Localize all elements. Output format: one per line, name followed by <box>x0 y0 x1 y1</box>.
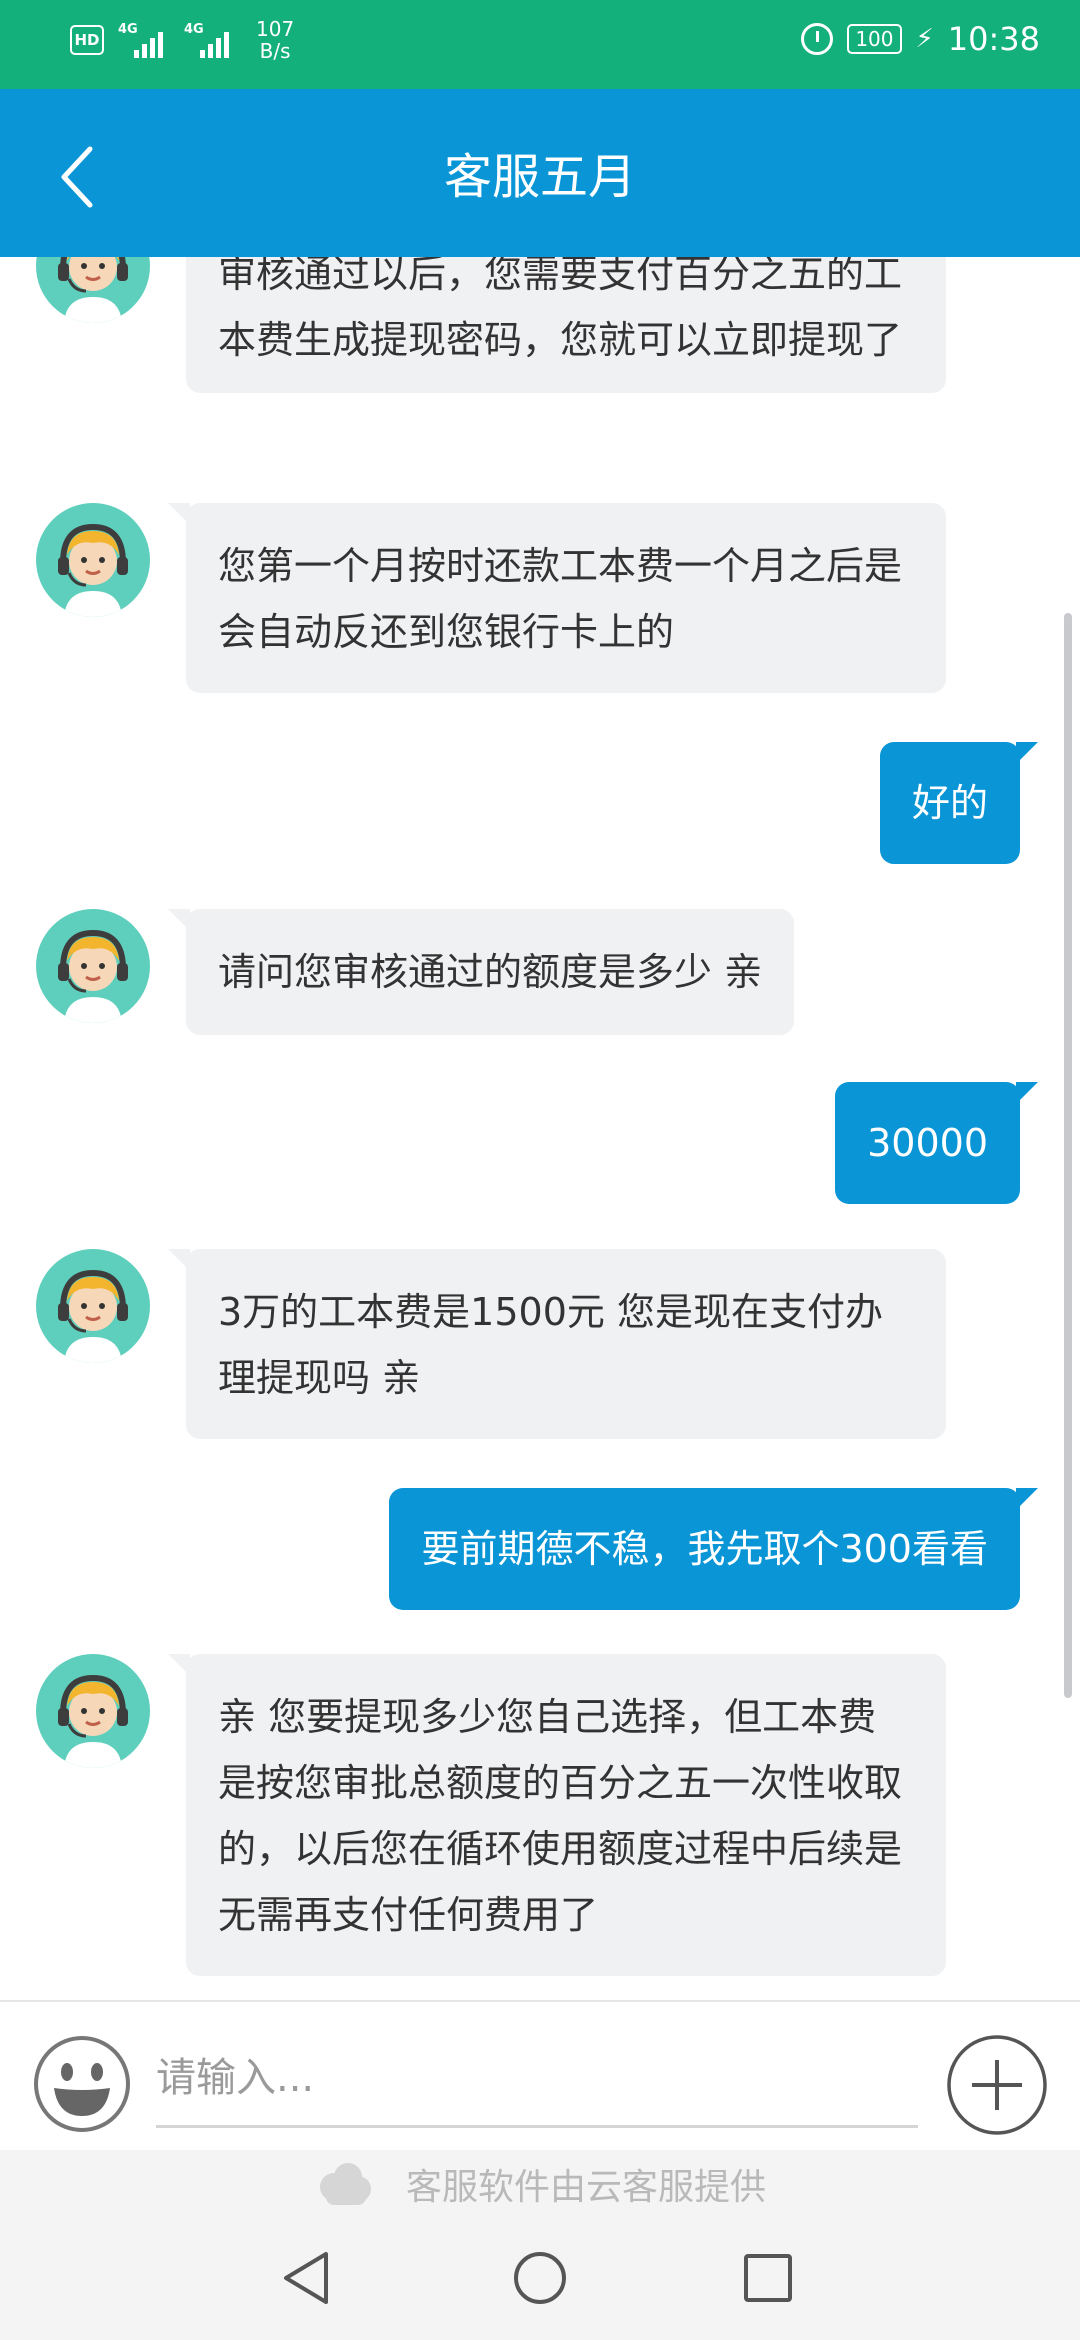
status-bar: HD 4G 4G 107 B/s 100 ⚡ 10:38 <box>0 0 1080 89</box>
system-nav-bar <box>0 2216 1080 2340</box>
message-bubble-sent: 30000 <box>835 1082 1038 1204</box>
nav-home-button[interactable] <box>508 2246 572 2310</box>
agent-avatar <box>36 909 150 1023</box>
powered-by-footer: 客服软件由云客服提供 <box>0 2150 1080 2216</box>
message-bubble-received: 3万的工本费是1500元 您是现在支付办理提现吗 亲 <box>168 1249 946 1439</box>
signal-icon-1: 4G <box>118 22 170 58</box>
nav-back-icon <box>284 2252 328 2304</box>
agent-avatar <box>36 257 150 323</box>
message-input-bar <box>0 2000 1080 2150</box>
alarm-icon <box>801 23 834 55</box>
add-attachment-button[interactable] <box>946 2034 1048 2136</box>
charging-icon: ⚡ <box>915 24 934 54</box>
agent-avatar <box>36 503 150 617</box>
battery-indicator: 100 <box>847 24 902 54</box>
emoji-button[interactable] <box>32 2034 132 2134</box>
message-bubble-received: 审核通过以后，您需要支付百分之五的工本费生成提现密码，您就可以立即提现了 <box>186 257 946 393</box>
signal-icon-2: 4G <box>184 22 236 58</box>
hd-badge: HD <box>70 25 104 55</box>
nav-home-icon <box>514 2252 566 2304</box>
chat-header: 客服五月 <box>0 89 1080 257</box>
smiley-icon <box>34 2036 130 2132</box>
nav-back-button[interactable] <box>276 2246 340 2310</box>
message-bubble-received: 亲 您要提现多少您自己选择，但工本费是按您审批总额度的百分之五一次性收取的，以后… <box>168 1654 946 1976</box>
nav-recent-button[interactable] <box>736 2246 800 2310</box>
message-bubble-sent: 要前期德不稳，我先取个300看看 <box>389 1488 1038 1610</box>
clock: 10:38 <box>947 20 1040 58</box>
nav-recent-icon <box>744 2254 792 2302</box>
chat-area[interactable]: 审核通过以后，您需要支付百分之五的工本费生成提现密码，您就可以立即提现了 您第一… <box>0 257 1080 2000</box>
network-speed: 107 B/s <box>256 17 295 63</box>
message-bubble-sent: 好的 <box>879 742 1039 864</box>
message-bubble-received: 您第一个月按时还款工本费一个月之后是会自动反还到您银行卡上的 <box>168 503 946 693</box>
message-bubble-received: 请问您审核通过的额度是多少 亲 <box>167 909 795 1035</box>
plus-icon <box>947 2035 1047 2135</box>
message-input[interactable] <box>156 2030 918 2128</box>
cloud-logo-icon <box>320 2163 371 2205</box>
agent-avatar <box>36 1249 150 1363</box>
chat-scrollbar[interactable] <box>1064 613 1072 1698</box>
credit-text: 客服软件由云客服提供 <box>406 2167 767 2208</box>
page-title: 客服五月 <box>443 149 636 205</box>
agent-avatar <box>36 1654 150 1768</box>
